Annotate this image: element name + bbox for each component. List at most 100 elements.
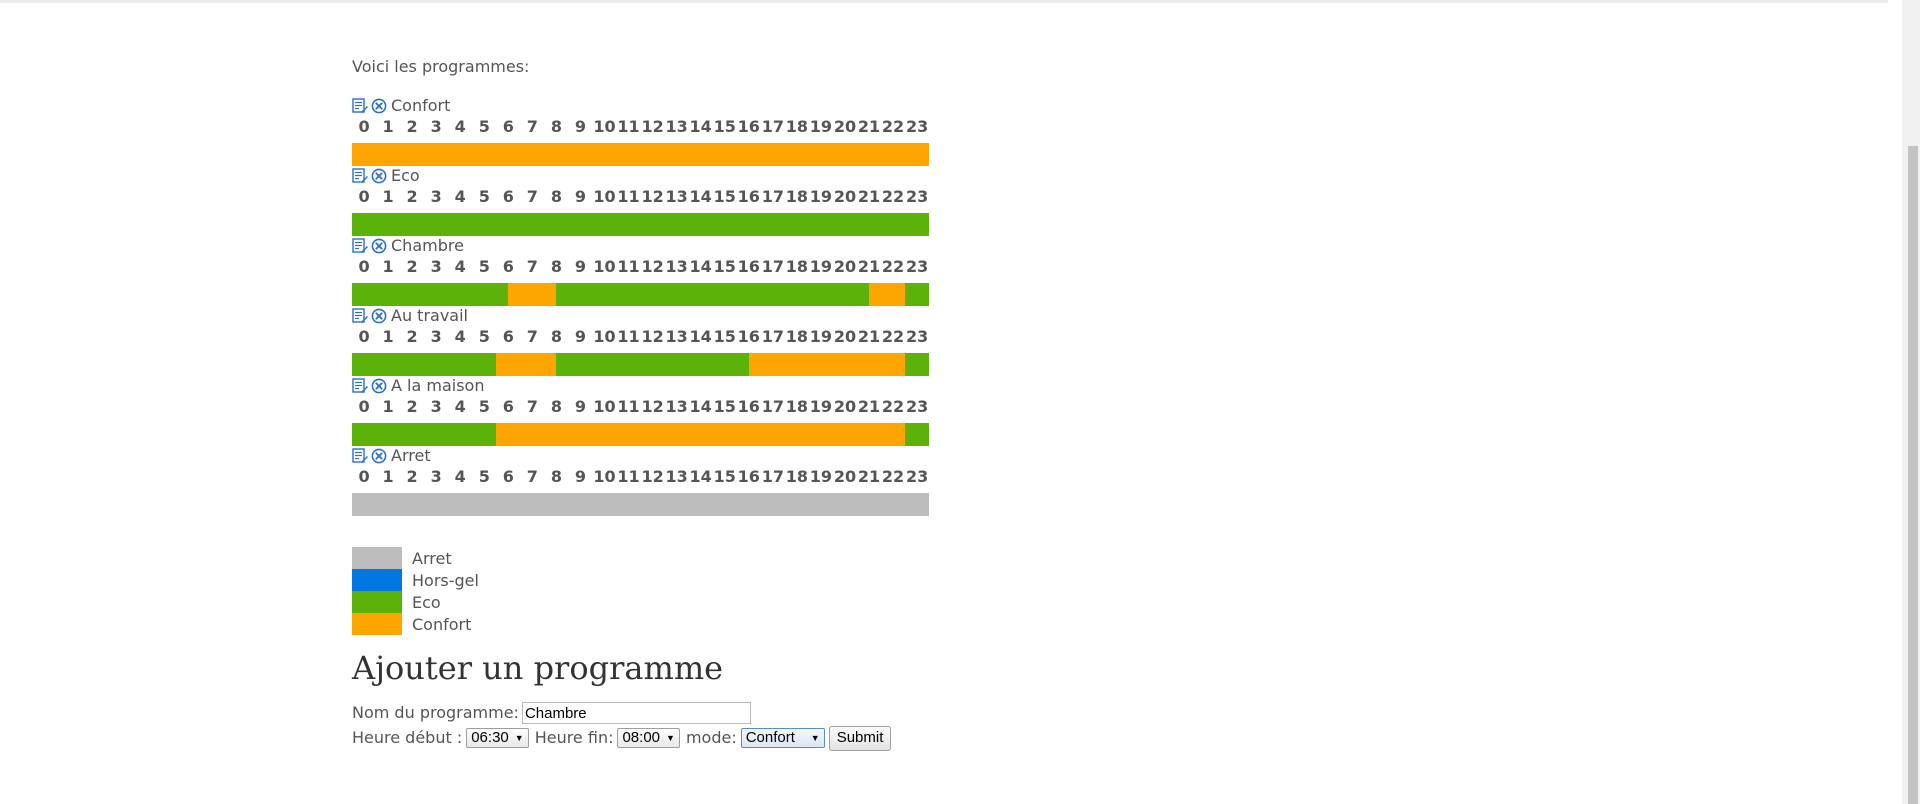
hour-label: 6 <box>502 467 514 486</box>
hour-label: 4 <box>454 187 466 206</box>
edit-icon[interactable] <box>352 168 368 184</box>
hour-label: 8 <box>550 467 562 486</box>
hour-label: 5 <box>478 327 490 346</box>
time-row: Heure début : 06:30 ▼ Heure fin: 08:00 ▼… <box>352 725 1452 751</box>
schedule-slot <box>640 283 653 306</box>
hour-label: 13 <box>665 467 688 486</box>
schedule-slot <box>640 493 653 516</box>
schedule-slot <box>856 423 869 446</box>
hour-label: 17 <box>761 117 784 136</box>
schedule-slot <box>424 143 437 166</box>
hour-label: 1 <box>382 327 394 346</box>
schedule-slot <box>628 213 641 236</box>
hour-label: 23 <box>905 467 929 486</box>
hour-label: 18 <box>785 187 808 206</box>
program-name-input[interactable] <box>521 702 751 724</box>
schedule-slot <box>652 353 665 376</box>
hour-label: 12 <box>641 117 664 136</box>
hour-label: 12 <box>641 397 664 416</box>
name-row: Nom du programme: <box>352 701 1452 725</box>
hour-label: 2 <box>406 257 418 276</box>
schedule-bar <box>352 143 929 166</box>
schedule-slot <box>856 213 869 236</box>
schedule-slot <box>784 493 797 516</box>
schedule-slot <box>676 213 689 236</box>
schedule-slot <box>364 493 377 516</box>
schedule-slot <box>748 213 761 236</box>
edit-icon[interactable] <box>352 238 368 254</box>
hour-label: 6 <box>502 187 514 206</box>
hour-label: 3 <box>430 117 442 136</box>
hour-label: 15 <box>713 117 736 136</box>
schedule-slot <box>532 353 545 376</box>
schedule-slot <box>376 423 389 446</box>
schedule-slot <box>688 213 701 236</box>
schedule-slot <box>376 283 389 306</box>
schedule-slot <box>568 493 581 516</box>
hour-label: 19 <box>809 397 833 416</box>
schedule-slot <box>460 493 473 516</box>
schedule-slot <box>652 423 665 446</box>
delete-icon[interactable] <box>371 98 387 114</box>
name-label: Nom du programme: <box>352 703 519 722</box>
schedule-slot <box>580 353 593 376</box>
schedule-slot <box>400 493 413 516</box>
schedule-slot <box>712 283 725 306</box>
hour-label: 20 <box>833 117 857 136</box>
hour-label: 18 <box>785 257 808 276</box>
hour-label: 20 <box>833 187 857 206</box>
start-time-select[interactable]: 06:30 ▼ <box>466 728 529 748</box>
hour-label: 23 <box>905 327 929 346</box>
hour-label: 3 <box>430 327 442 346</box>
hour-label: 9 <box>574 397 587 416</box>
schedule-slot <box>388 423 401 446</box>
schedule-slot <box>796 493 809 516</box>
schedule-slot <box>616 283 629 306</box>
hour-label: 0 <box>358 117 370 136</box>
schedule-slot <box>916 213 929 236</box>
schedule-slot <box>580 143 593 166</box>
schedule-slot <box>556 143 569 166</box>
schedule-slot <box>832 283 845 306</box>
scrollbar-thumb[interactable] <box>1908 146 1918 804</box>
end-time-select[interactable]: 08:00 ▼ <box>617 728 680 748</box>
delete-icon[interactable] <box>371 238 387 254</box>
schedule-slot <box>688 283 701 306</box>
schedule-slot <box>748 423 761 446</box>
schedule-slot <box>916 493 929 516</box>
schedule-slot <box>700 143 713 166</box>
delete-icon[interactable] <box>371 448 387 464</box>
edit-icon[interactable] <box>352 98 368 114</box>
schedule-slot <box>592 213 605 236</box>
delete-icon[interactable] <box>371 168 387 184</box>
schedule-slot <box>880 353 893 376</box>
legend-item: Eco <box>352 591 1452 613</box>
vertical-scrollbar[interactable] <box>1902 0 1920 804</box>
schedule-slot <box>484 283 497 306</box>
hour-label: 9 <box>574 327 587 346</box>
delete-icon[interactable] <box>371 378 387 394</box>
hour-label: 14 <box>689 257 712 276</box>
add-program-heading: Ajouter un programme <box>352 649 724 687</box>
schedule-slot <box>520 213 533 236</box>
hour-label: 4 <box>454 397 466 416</box>
schedule-slot <box>664 283 677 306</box>
schedule-slot <box>376 143 389 166</box>
edit-icon[interactable] <box>352 448 368 464</box>
schedule-slot <box>712 143 725 166</box>
schedule-slot <box>916 353 929 376</box>
schedule-slot <box>868 493 881 516</box>
edit-icon[interactable] <box>352 308 368 324</box>
delete-icon[interactable] <box>371 308 387 324</box>
schedule-slot <box>628 143 641 166</box>
edit-icon[interactable] <box>352 378 368 394</box>
program-title-row: Confort <box>352 96 929 116</box>
schedule-slot <box>388 493 401 516</box>
schedule-slot <box>844 143 857 166</box>
mode-select[interactable]: Confort ▼ <box>740 728 825 748</box>
schedule-slot <box>832 423 845 446</box>
schedule-slot <box>388 353 401 376</box>
schedule-slot <box>436 423 449 446</box>
submit-button[interactable]: Submit <box>828 725 892 751</box>
legend-item: Hors-gel <box>352 569 1452 591</box>
